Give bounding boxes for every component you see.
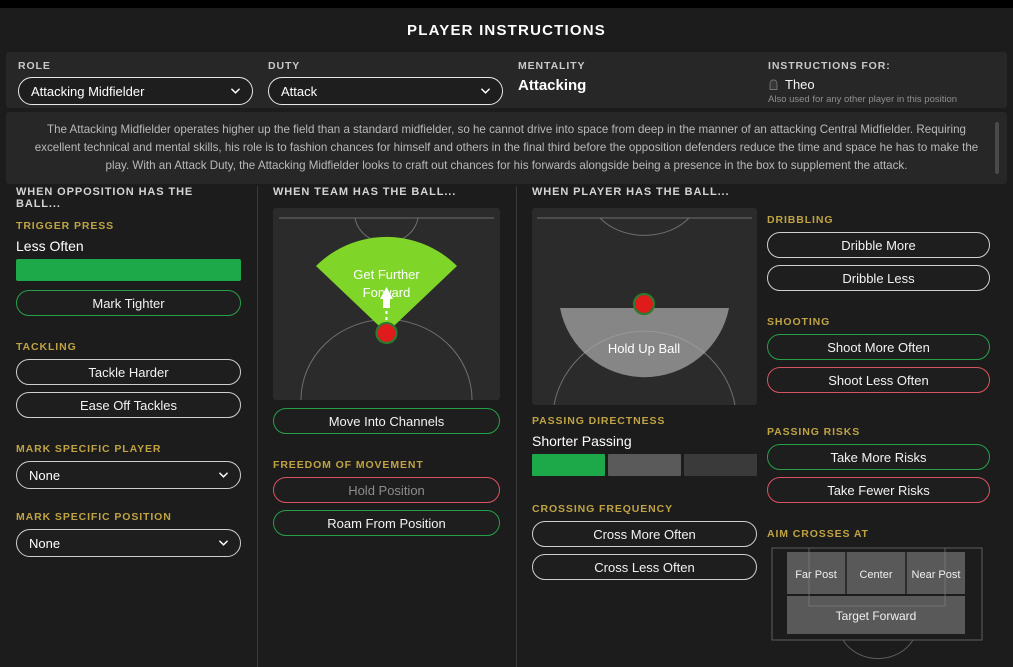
hold-position-button[interactable]: Hold Position [273, 477, 500, 503]
passing-risks-label: PASSING RISKS [767, 426, 861, 438]
player-avatar-icon [769, 79, 778, 90]
chevron-down-icon [481, 88, 490, 94]
column-player: WHEN PLAYER HAS THE BALL... Hold Up Ball… [532, 186, 757, 587]
column-divider [257, 186, 258, 667]
mentality-value: Attacking [518, 77, 587, 94]
goal-area-graphic: Far Post Center Near Post Target Forward [771, 547, 983, 660]
mark-specific-player-value: None [29, 467, 61, 483]
selector-panel: ROLE Attacking Midfielder DUTY Attack ME… [6, 52, 1007, 108]
shooting-label: SHOOTING [767, 316, 831, 328]
instruction-columns: WHEN OPPOSITION HAS THE BALL... TRIGGER … [0, 186, 1013, 667]
player-heading: WHEN PLAYER HAS THE BALL... [532, 186, 730, 198]
zone-label-far-post: Far Post [795, 569, 837, 581]
mark-specific-position-dropdown[interactable]: None [16, 529, 241, 557]
slider-segment-mid [608, 454, 681, 476]
player-entry[interactable]: Theo [768, 77, 957, 92]
description-scrollbar[interactable] [995, 122, 999, 174]
mark-specific-player-dropdown[interactable]: None [16, 461, 241, 489]
role-block: ROLE Attacking Midfielder [18, 60, 253, 105]
player-position-marker [632, 292, 656, 316]
trigger-press-slider[interactable] [16, 259, 241, 281]
role-description-text: The Attacking Midfielder operates higher… [34, 123, 979, 172]
column-team: WHEN TEAM HAS THE BALL... Get Further Fo… [273, 186, 500, 543]
player-note: Also used for any other player in this p… [768, 94, 958, 105]
column-divider [516, 186, 517, 667]
passing-directness-slider[interactable] [532, 454, 757, 476]
duty-dropdown[interactable]: Attack [268, 77, 503, 105]
take-fewer-risks-button[interactable]: Take Fewer Risks [767, 477, 990, 503]
role-label: ROLE [18, 60, 51, 72]
mark-specific-position-label: MARK SPECIFIC POSITION [16, 511, 172, 523]
player-name: Theo [785, 77, 815, 92]
duty-value: Attack [281, 83, 318, 99]
dribble-less-button[interactable]: Dribble Less [767, 265, 990, 291]
zone-label-target-forward: Target Forward [836, 609, 917, 623]
cross-more-often-button[interactable]: Cross More Often [532, 521, 757, 547]
cross-less-often-button[interactable]: Cross Less Often [532, 554, 757, 580]
mark-specific-position-value: None [29, 535, 61, 551]
cone-label-line2: Forward [363, 285, 411, 300]
tackling-label: TACKLING [16, 341, 77, 353]
mark-specific-player-label: MARK SPECIFIC PLAYER [16, 443, 162, 455]
slider-segment-dark [684, 454, 757, 476]
slider-segment-active [532, 454, 605, 476]
cone-label-line1: Get Further [353, 267, 420, 282]
chevron-down-icon [219, 472, 228, 478]
take-more-risks-button[interactable]: Take More Risks [767, 444, 990, 470]
opposition-heading: WHEN OPPOSITION HAS THE BALL... [16, 186, 194, 210]
player-instructions-screen: PLAYER INSTRUCTIONS ROLE Attacking Midfi… [0, 0, 1013, 667]
freedom-of-movement-label: FREEDOM OF MOVEMENT [273, 459, 424, 471]
role-description-panel: The Attacking Midfielder operates higher… [6, 112, 1007, 184]
window-top-strip [0, 0, 1013, 8]
roam-from-position-button[interactable]: Roam From Position [273, 510, 500, 536]
dribbling-label: DRIBBLING [767, 214, 834, 226]
duty-label: DUTY [268, 60, 301, 72]
mentality-label: MENTALITY [518, 60, 586, 72]
header-bar: PLAYER INSTRUCTIONS [0, 8, 1013, 52]
zone-label-near-post: Near Post [912, 569, 961, 581]
zone-label-center: Center [859, 569, 892, 581]
crossing-frequency-label: CROSSING FREQUENCY [532, 503, 674, 515]
instructions-for-label: INSTRUCTIONS FOR: [768, 60, 891, 72]
aim-crosses-diagram[interactable]: Far Post Center Near Post Target Forward [767, 546, 990, 667]
pitch-graphic: Get Further Forward [279, 217, 494, 400]
page-title: PLAYER INSTRUCTIONS [407, 21, 606, 39]
team-pitch-diagram[interactable]: Get Further Forward [273, 208, 500, 400]
move-into-channels-button[interactable]: Move Into Channels [273, 408, 500, 434]
role-value: Attacking Midfielder [31, 83, 145, 99]
role-dropdown[interactable]: Attacking Midfielder [18, 77, 253, 105]
ease-off-tackles-button[interactable]: Ease Off Tackles [16, 392, 241, 418]
trigger-press-label: TRIGGER PRESS [16, 220, 115, 232]
dribble-more-button[interactable]: Dribble More [767, 232, 990, 258]
passing-directness-value: Shorter Passing [532, 433, 632, 449]
tackle-harder-button[interactable]: Tackle Harder [16, 359, 241, 385]
pitch-graphic: Hold Up Ball [537, 217, 752, 405]
trigger-press-value: Less Often [16, 238, 84, 254]
instructions-for-block: INSTRUCTIONS FOR: Theo Also used for any… [768, 60, 957, 105]
column-opposition: WHEN OPPOSITION HAS THE BALL... TRIGGER … [16, 186, 241, 561]
shoot-less-often-button[interactable]: Shoot Less Often [767, 367, 990, 393]
player-position-marker [375, 321, 398, 345]
dome-label: Hold Up Ball [608, 341, 680, 356]
passing-directness-label: PASSING DIRECTNESS [532, 415, 666, 427]
column-attributes: DRIBBLING Dribble More Dribble Less SHOO… [767, 214, 990, 667]
mark-tighter-button[interactable]: Mark Tighter [16, 290, 241, 316]
player-pitch-diagram[interactable]: Hold Up Ball [532, 208, 757, 405]
chevron-down-icon [231, 88, 240, 94]
team-heading: WHEN TEAM HAS THE BALL... [273, 186, 457, 198]
shoot-more-often-button[interactable]: Shoot More Often [767, 334, 990, 360]
chevron-down-icon [219, 540, 228, 546]
duty-block: DUTY Attack [268, 60, 503, 105]
aim-crosses-at-label: AIM CROSSES AT [767, 528, 869, 540]
mentality-block: MENTALITY Attacking [518, 60, 586, 94]
